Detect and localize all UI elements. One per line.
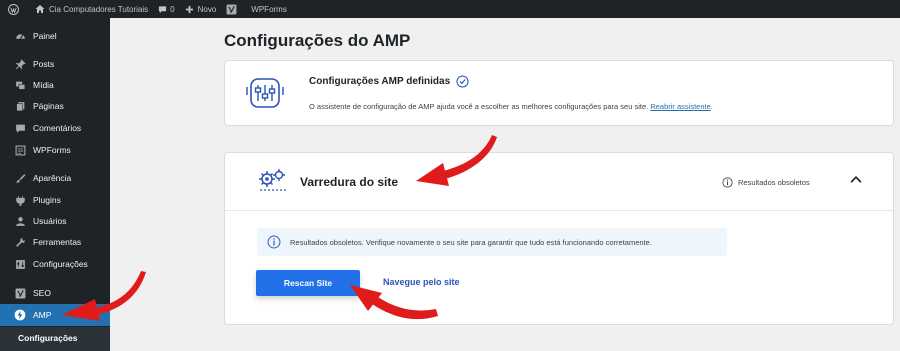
admin-bar: Cia Computadores Tutoriais 0 Novo WPForm…	[0, 0, 900, 18]
settings-sliders-icon	[245, 75, 285, 118]
amp-icon	[13, 308, 27, 322]
sidebar-item-label: SEO	[33, 288, 51, 298]
settings-icon	[13, 257, 27, 271]
site-scan-title: Varredura do site	[300, 175, 399, 189]
comments-count: 0	[170, 4, 175, 14]
amp-config-card: Configurações AMP definidas O assistente…	[224, 60, 894, 126]
sidebar-item-configuracoes[interactable]: Configurações	[0, 254, 110, 274]
site-scan-card: Varredura do site Resultados obsoletos R…	[224, 152, 894, 325]
sidebar-item-comentarios[interactable]: Comentários	[0, 118, 110, 138]
submenu-item-configuracoes[interactable]: Configurações	[18, 333, 78, 343]
sidebar-item-painel[interactable]: Painel	[0, 26, 110, 46]
wpforms-adminbar-link[interactable]: WPForms	[246, 0, 292, 18]
info-icon	[722, 177, 733, 188]
sidebar-item-plugins[interactable]: Plugins	[0, 190, 110, 210]
new-label: Novo	[197, 4, 217, 14]
sidebar-item-label: Configurações	[33, 259, 88, 269]
wpforms-icon	[13, 143, 27, 157]
sidebar-item-label: WPForms	[33, 145, 71, 155]
site-name-link[interactable]: Cia Computadores Tutoriais	[30, 0, 153, 18]
stale-results-notice: Resultados obsoletos. Verifique novament…	[257, 228, 727, 256]
pages-icon	[13, 99, 27, 113]
reopen-wizard-link[interactable]: Reabrir assistente	[650, 102, 710, 111]
notice-text: Resultados obsoletos. Verifique novament…	[290, 237, 652, 247]
sidebar-item-wpforms[interactable]: WPForms	[0, 140, 110, 160]
period: .	[710, 102, 713, 111]
sidebar-item-ferramentas[interactable]: Ferramentas	[0, 232, 110, 252]
sidebar-item-amp[interactable]: AMP	[0, 304, 110, 326]
yoast-adminbar-link[interactable]	[221, 0, 242, 18]
sidebar-item-paginas[interactable]: Páginas	[0, 96, 110, 116]
wpforms-adminbar-label: WPForms	[251, 4, 287, 14]
sidebar-item-posts[interactable]: Posts	[0, 54, 110, 74]
sidebar-item-usuarios[interactable]: Usuários	[0, 211, 110, 231]
browse-site-link[interactable]: Navegue pelo site	[383, 277, 460, 287]
home-icon	[35, 5, 45, 13]
sidebar-item-label: AMP	[33, 310, 52, 320]
config-card-title: Configurações AMP definidas	[309, 75, 469, 88]
site-scan-header[interactable]: Varredura do site Resultados obsoletos	[225, 153, 893, 211]
sidebar-item-label: Páginas	[33, 101, 64, 111]
sidebar-item-label: Posts	[33, 59, 55, 69]
config-card-title-text: Configurações AMP definidas	[309, 76, 451, 87]
new-content-link[interactable]: Novo	[180, 0, 222, 18]
wordpress-logo-button[interactable]	[0, 0, 24, 18]
sidebar-item-label: Plugins	[33, 195, 61, 205]
dashboard-icon	[13, 29, 27, 43]
sidebar-item-label: Ferramentas	[33, 237, 82, 247]
admin-sidebar: Painel Posts Mídia Páginas Comentários W…	[0, 18, 110, 351]
sidebar-item-seo[interactable]: SEO	[0, 283, 110, 303]
stale-results-status: Resultados obsoletos	[722, 177, 810, 188]
comments-link[interactable]: 0	[153, 0, 179, 18]
rescan-site-button[interactable]: Rescan Site	[256, 270, 360, 296]
config-card-description: O assistente de configuração de AMP ajud…	[309, 102, 713, 111]
stale-results-text: Resultados obsoletos	[738, 178, 810, 187]
plus-icon	[185, 5, 193, 13]
sidebar-item-label: Mídia	[33, 80, 54, 90]
comment-bubble-icon	[159, 5, 167, 13]
brush-icon	[13, 171, 27, 185]
site-name: Cia Computadores Tutoriais	[49, 4, 149, 14]
yoast-icon	[226, 4, 237, 14]
yoast-icon	[13, 286, 27, 300]
users-icon	[13, 214, 27, 228]
sidebar-item-aparencia[interactable]: Aparência	[0, 168, 110, 188]
info-icon	[267, 235, 281, 249]
wordpress-logo-icon	[8, 3, 19, 15]
plugin-icon	[13, 193, 27, 207]
sidebar-item-label: Comentários	[33, 123, 82, 133]
sidebar-item-label: Aparência	[33, 173, 72, 183]
sidebar-item-label: Painel	[33, 31, 57, 41]
config-card-description-text: O assistente de configuração de AMP ajud…	[309, 102, 649, 111]
pin-icon	[13, 57, 27, 71]
amp-submenu: Configurações	[0, 327, 110, 351]
sidebar-item-label: Usuários	[33, 216, 67, 226]
media-icon	[13, 78, 27, 92]
tools-icon	[13, 235, 27, 249]
check-circle-icon	[456, 75, 469, 88]
comments-icon	[13, 121, 27, 135]
chevron-up-icon[interactable]	[849, 173, 863, 192]
page-title: Configurações do AMP	[224, 31, 411, 50]
sidebar-item-midia[interactable]: Mídia	[0, 75, 110, 95]
gears-icon	[257, 167, 289, 198]
